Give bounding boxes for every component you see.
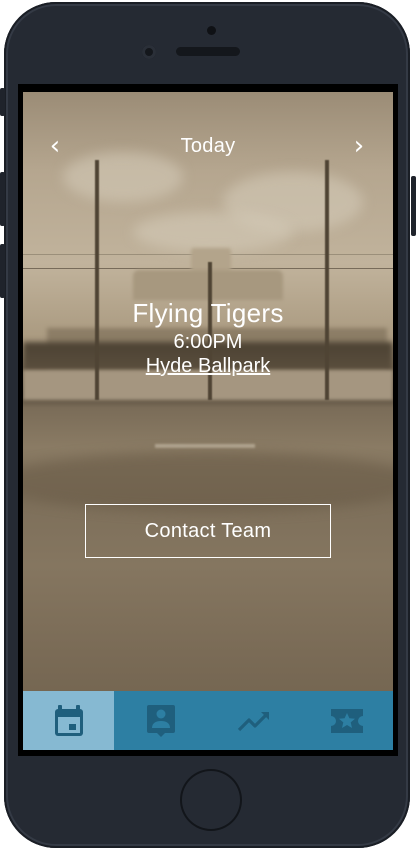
tab-schedule[interactable] — [23, 691, 114, 750]
header-title: Today — [180, 135, 236, 157]
tab-tickets[interactable] — [300, 691, 393, 750]
ticket-star-icon — [330, 708, 363, 733]
front-camera — [142, 45, 156, 59]
ballpark-background-photo — [23, 92, 393, 750]
team-name: Flying Tigers — [132, 298, 284, 328]
top-camera-dot — [207, 26, 216, 35]
calendar-icon — [54, 704, 83, 736]
volume-up-button — [0, 172, 5, 226]
game-time: 6:00PM — [173, 331, 243, 353]
contact-team-button[interactable]: Contact Team — [85, 504, 331, 558]
app-screen: ‹ Today › Flying Tigers 6:00PM Hyde Ball… — [23, 92, 393, 750]
contact-card-icon — [146, 704, 175, 737]
chevron-left-icon[interactable]: ‹ — [41, 132, 69, 160]
stats-trend-icon — [237, 711, 269, 731]
tab-team[interactable] — [114, 691, 207, 750]
venue-link[interactable]: Hyde Ballpark — [146, 354, 271, 378]
game-info: Flying Tigers 6:00PM Hyde Ballpark — [23, 296, 393, 378]
chevron-right-icon[interactable]: › — [345, 132, 373, 160]
tab-stats[interactable] — [207, 691, 300, 750]
mute-switch — [0, 88, 5, 116]
power-button — [411, 176, 416, 236]
home-button[interactable] — [180, 769, 242, 831]
date-header: ‹ Today › — [23, 132, 393, 160]
earpiece-speaker — [176, 47, 240, 56]
volume-down-button — [0, 244, 5, 298]
bottom-tab-bar — [23, 691, 393, 750]
